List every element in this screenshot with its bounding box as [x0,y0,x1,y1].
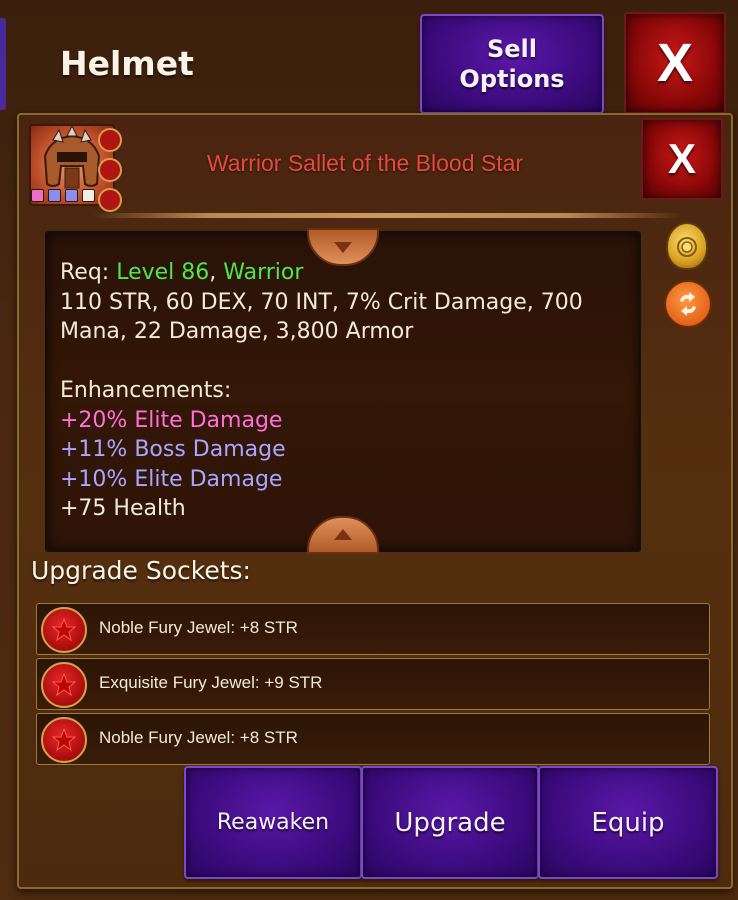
base-stats-line1: 110 STR, 60 DEX, 70 INT, 7% Crit Damage,… [60,289,583,315]
reawaken-label: Reawaken [216,810,330,835]
chevron-up-icon [334,242,352,253]
swap-button[interactable] [664,280,712,328]
requirements-line: Req: Level 86, Warrior [60,258,620,288]
page-title: Helmet [60,44,194,83]
upgrade-button[interactable]: Upgrade [361,766,539,879]
enhancements-title: Enhancements: [60,378,232,403]
req-class: Warrior [223,260,304,285]
coin-bag-icon [677,237,697,257]
reawaken-button[interactable]: Reawaken [184,766,362,879]
equip-button[interactable]: Equip [538,766,718,879]
close-item-button[interactable]: X [641,118,723,200]
base-stats-line2: Mana, 22 Damage, 3,800 Armor [60,319,414,344]
upgrade-sockets-title: Upgrade Sockets: [31,556,251,585]
equip-label: Equip [591,807,665,838]
gem-dot [65,189,78,202]
chevron-down-icon [334,529,352,540]
sell-options-button[interactable]: Sell Options [420,14,604,114]
gem-dot [82,189,95,202]
socket-label: Exquisite Fury Jewel: +9 STR [99,673,323,692]
req-separator: , [209,260,224,285]
socket-row[interactable]: Noble Fury Jewel: +8 STR [36,713,710,765]
ruby-star-icon [41,662,87,708]
req-prefix: Req: [60,260,117,285]
upgrade-label: Upgrade [394,807,506,838]
item-name: Warrior Sallet of the Blood Star [206,150,524,176]
coin-bag-button[interactable] [666,222,708,270]
enhancement-line: +11% Boss Damage [60,437,286,462]
enhancement-line: +10% Elite Damage [60,466,283,492]
divider [92,213,682,218]
socket-row[interactable]: Exquisite Fury Jewel: +9 STR [36,658,710,710]
sell-options-label-line1: Sell [486,35,537,63]
socket-row[interactable]: Noble Fury Jewel: +8 STR [36,603,710,655]
close-icon: X [667,135,696,182]
socket-indicator [98,158,122,182]
item-stats: Req: Level 86, Warrior 110 STR, 60 DEX, … [60,258,620,524]
ruby-star-icon [41,607,87,653]
sell-options-label-line2: Options [459,65,565,93]
enhancement-line: +20% Elite Damage [60,407,283,433]
ruby-star-icon [41,717,87,763]
socket-indicators [98,128,122,212]
socket-indicator [98,128,122,152]
left-panel-tab[interactable] [0,18,6,110]
req-level: Level 86 [116,260,210,285]
swap-icon [680,292,696,316]
close-window-button[interactable]: X [624,12,726,114]
socket-label: Noble Fury Jewel: +8 STR [99,618,298,637]
gem-dot [48,189,61,202]
socket-label: Noble Fury Jewel: +8 STR [99,728,298,747]
socket-indicator [98,188,122,212]
enhancement-gem-dots [31,189,95,202]
close-icon: X [656,33,694,93]
gem-dot [31,189,44,202]
